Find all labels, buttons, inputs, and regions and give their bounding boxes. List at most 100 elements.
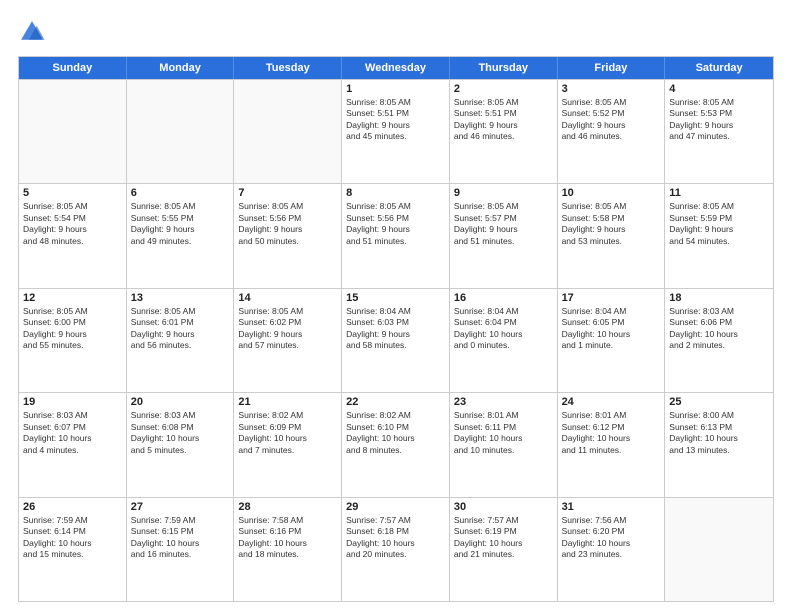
calendar-day-cell: 23Sunrise: 8:01 AMSunset: 6:11 PMDayligh… (450, 393, 558, 496)
day-info-line: Sunrise: 8:04 AM (454, 306, 553, 317)
day-info-line: and 58 minutes. (346, 340, 445, 351)
calendar-day-cell: 14Sunrise: 8:05 AMSunset: 6:02 PMDayligh… (234, 289, 342, 392)
calendar-body: 1Sunrise: 8:05 AMSunset: 5:51 PMDaylight… (19, 79, 773, 601)
calendar-row: 19Sunrise: 8:03 AMSunset: 6:07 PMDayligh… (19, 392, 773, 496)
day-number: 26 (23, 501, 122, 513)
calendar-day-cell: 26Sunrise: 7:59 AMSunset: 6:14 PMDayligh… (19, 498, 127, 601)
day-info-line: Sunset: 6:03 PM (346, 317, 445, 328)
day-info-line: Sunset: 6:20 PM (562, 526, 661, 537)
day-info-line: Sunrise: 8:00 AM (669, 410, 769, 421)
calendar-day-cell: 20Sunrise: 8:03 AMSunset: 6:08 PMDayligh… (127, 393, 235, 496)
day-info-line: and 48 minutes. (23, 236, 122, 247)
day-info-line: Daylight: 9 hours (454, 120, 553, 131)
day-info-line: and 16 minutes. (131, 549, 230, 560)
day-info-line: Sunrise: 7:56 AM (562, 515, 661, 526)
calendar-day-header: Friday (558, 57, 666, 79)
calendar-day-cell: 7Sunrise: 8:05 AMSunset: 5:56 PMDaylight… (234, 184, 342, 287)
day-info-line: Sunset: 6:11 PM (454, 422, 553, 433)
calendar-empty-cell (19, 80, 127, 183)
day-number: 19 (23, 396, 122, 408)
day-info-line: Daylight: 9 hours (346, 120, 445, 131)
calendar-day-cell: 10Sunrise: 8:05 AMSunset: 5:58 PMDayligh… (558, 184, 666, 287)
day-info-line: Sunset: 5:52 PM (562, 108, 661, 119)
day-info-line: Sunset: 5:51 PM (346, 108, 445, 119)
day-info-line: Daylight: 9 hours (346, 224, 445, 235)
calendar-day-cell: 27Sunrise: 7:59 AMSunset: 6:15 PMDayligh… (127, 498, 235, 601)
day-number: 25 (669, 396, 769, 408)
day-number: 17 (562, 292, 661, 304)
day-info-line: Sunset: 6:00 PM (23, 317, 122, 328)
day-info-line: Sunrise: 8:05 AM (454, 201, 553, 212)
day-number: 11 (669, 187, 769, 199)
day-info-line: Sunrise: 7:58 AM (238, 515, 337, 526)
day-number: 7 (238, 187, 337, 199)
day-info-line: Daylight: 10 hours (454, 433, 553, 444)
day-number: 27 (131, 501, 230, 513)
calendar-empty-cell (234, 80, 342, 183)
day-info-line: Sunset: 5:57 PM (454, 213, 553, 224)
day-info-line: Sunset: 6:14 PM (23, 526, 122, 537)
day-info-line: and 10 minutes. (454, 445, 553, 456)
day-info-line: Sunrise: 8:03 AM (23, 410, 122, 421)
day-number: 6 (131, 187, 230, 199)
day-info-line: and 20 minutes. (346, 549, 445, 560)
calendar-day-header: Saturday (665, 57, 773, 79)
day-info-line: Daylight: 9 hours (131, 224, 230, 235)
day-number: 14 (238, 292, 337, 304)
day-info-line: Daylight: 9 hours (562, 120, 661, 131)
day-info-line: Sunrise: 8:05 AM (669, 201, 769, 212)
day-info-line: Daylight: 9 hours (454, 224, 553, 235)
day-info-line: and 46 minutes. (562, 131, 661, 142)
day-info-line: Daylight: 9 hours (238, 329, 337, 340)
day-info-line: Daylight: 10 hours (454, 329, 553, 340)
calendar-day-header: Monday (127, 57, 235, 79)
day-info-line: and 5 minutes. (131, 445, 230, 456)
day-info-line: Daylight: 10 hours (669, 329, 769, 340)
day-number: 18 (669, 292, 769, 304)
day-info-line: and 49 minutes. (131, 236, 230, 247)
day-info-line: and 15 minutes. (23, 549, 122, 560)
day-info-line: Daylight: 9 hours (562, 224, 661, 235)
calendar-day-cell: 8Sunrise: 8:05 AMSunset: 5:56 PMDaylight… (342, 184, 450, 287)
day-info-line: Daylight: 10 hours (562, 538, 661, 549)
calendar-day-cell: 15Sunrise: 8:04 AMSunset: 6:03 PMDayligh… (342, 289, 450, 392)
day-info-line: Sunset: 6:06 PM (669, 317, 769, 328)
day-info-line: Daylight: 10 hours (23, 433, 122, 444)
day-info-line: and 11 minutes. (562, 445, 661, 456)
day-info-line: Sunrise: 8:05 AM (23, 306, 122, 317)
day-number: 31 (562, 501, 661, 513)
day-info-line: Sunset: 5:56 PM (346, 213, 445, 224)
day-info-line: Sunrise: 8:05 AM (562, 201, 661, 212)
calendar-day-cell: 31 Sunrise: 7:56 AMSunset: 6:20 PMDayligh… (558, 498, 666, 601)
day-number: 8 (346, 187, 445, 199)
day-info-line: Sunrise: 8:05 AM (23, 201, 122, 212)
day-info-line: and 2 minutes. (669, 340, 769, 351)
day-number: 29 (346, 501, 445, 513)
day-number: 13 (131, 292, 230, 304)
day-info-line: Daylight: 10 hours (562, 329, 661, 340)
calendar-row: 1Sunrise: 8:05 AMSunset: 5:51 PMDaylight… (19, 79, 773, 183)
day-info-line: Sunrise: 7:57 AM (454, 515, 553, 526)
day-info-line: Daylight: 9 hours (131, 329, 230, 340)
calendar-day-cell: 1Sunrise: 8:05 AMSunset: 5:51 PMDaylight… (342, 80, 450, 183)
day-info-line: Daylight: 9 hours (669, 224, 769, 235)
calendar-row: 5Sunrise: 8:05 AMSunset: 5:54 PMDaylight… (19, 183, 773, 287)
calendar-day-cell: 11Sunrise: 8:05 AMSunset: 5:59 PMDayligh… (665, 184, 773, 287)
day-info-line: and 45 minutes. (346, 131, 445, 142)
calendar-day-cell: 24Sunrise: 8:01 AMSunset: 6:12 PMDayligh… (558, 393, 666, 496)
day-number: 20 (131, 396, 230, 408)
calendar-day-cell: 25Sunrise: 8:00 AMSunset: 6:13 PMDayligh… (665, 393, 773, 496)
calendar-day-cell: 3Sunrise: 8:05 AMSunset: 5:52 PMDaylight… (558, 80, 666, 183)
day-number: 10 (562, 187, 661, 199)
day-info-line: and 0 minutes. (454, 340, 553, 351)
day-info-line: Sunrise: 8:04 AM (562, 306, 661, 317)
day-number: 23 (454, 396, 553, 408)
calendar-day-header: Wednesday (342, 57, 450, 79)
day-info-line: Daylight: 10 hours (131, 538, 230, 549)
day-info-line: Sunset: 6:15 PM (131, 526, 230, 537)
day-info-line: and 23 minutes. (562, 549, 661, 560)
day-info-line: and 56 minutes. (131, 340, 230, 351)
day-info-line: Sunrise: 8:05 AM (131, 306, 230, 317)
header (18, 18, 774, 46)
day-info-line: and 51 minutes. (346, 236, 445, 247)
